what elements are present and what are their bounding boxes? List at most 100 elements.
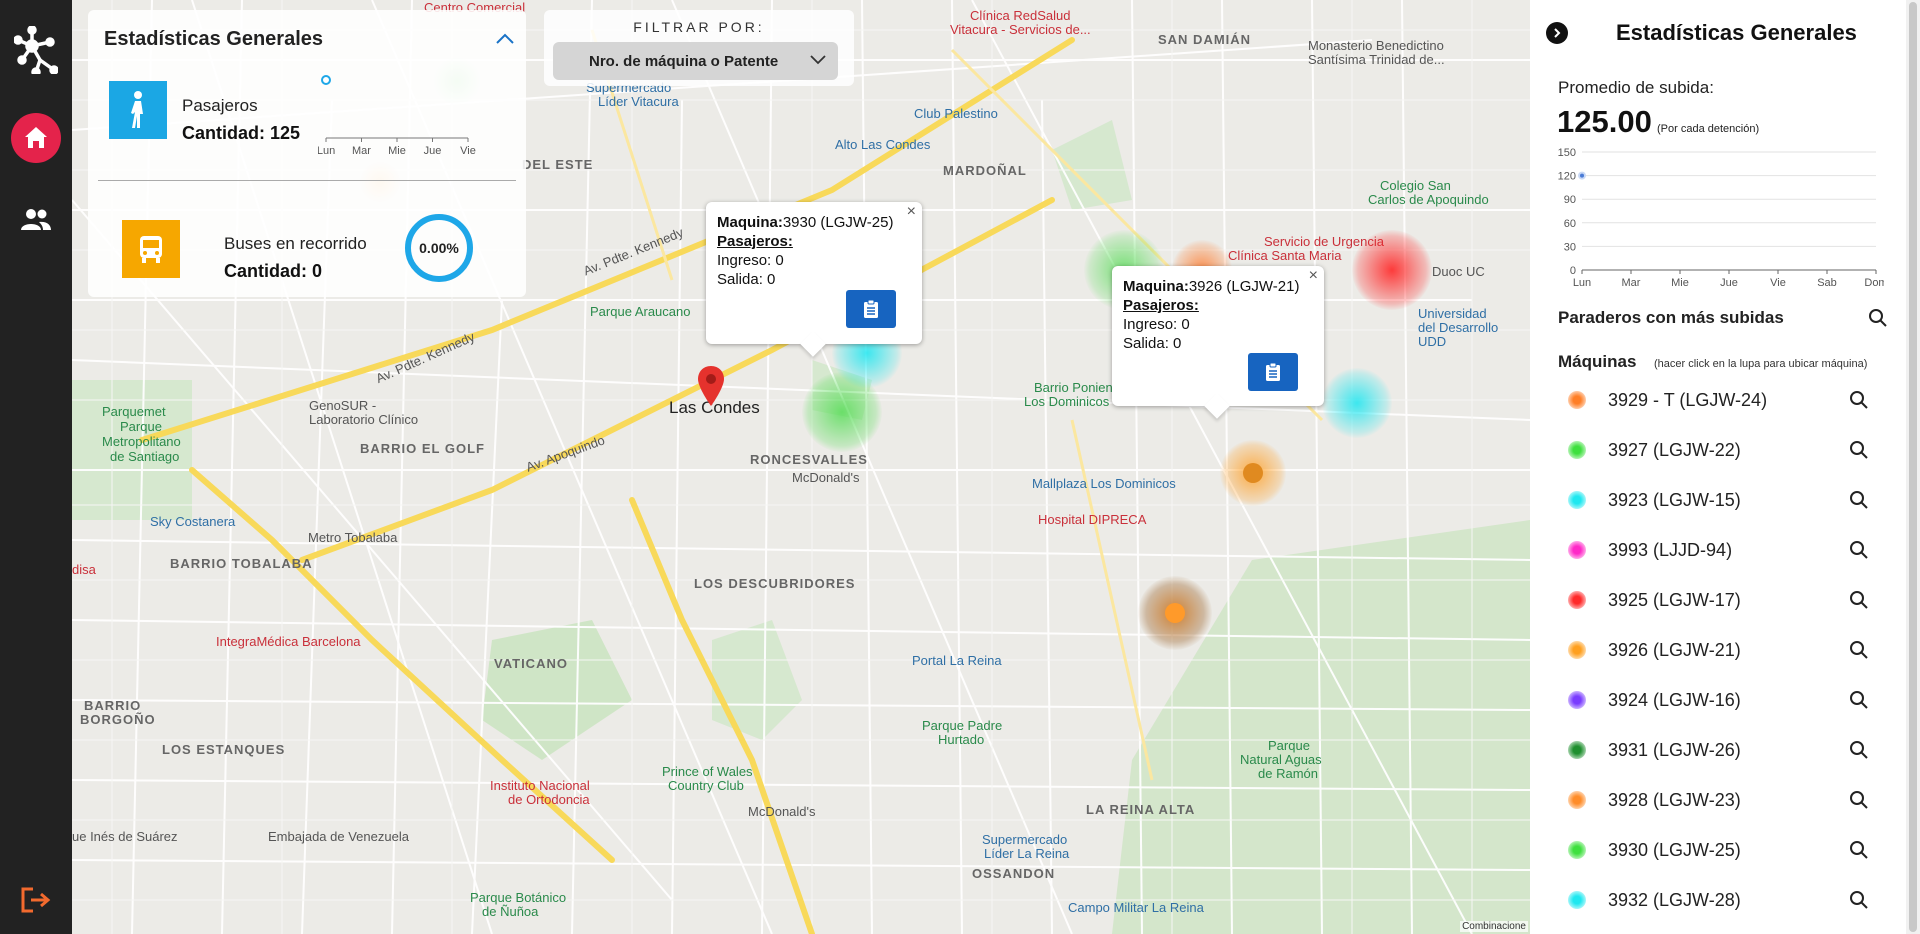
machine-name: 3925 (LGJW-17) [1608,590,1741,610]
map-label: LOS ESTANQUES [162,742,286,757]
search-icon[interactable] [1849,390,1869,410]
x-tick-label: Dom [1864,277,1884,289]
heat-spot[interactable] [1138,576,1212,650]
map-label: de Ramón [1258,766,1318,781]
buses-progress-ring: 0.00% [403,212,475,284]
search-icon[interactable] [1849,790,1869,810]
filter-selected-value: Nro. de máquina o Patente [589,52,779,70]
search-icon[interactable] [1849,490,1869,510]
popup-salida: Salida: 0 [717,271,776,288]
machine-name: 3993 (LJJD-94) [1608,540,1733,560]
map-label: MARDOÑAL [943,163,1027,178]
machine-color-dot [1568,441,1586,459]
search-icon[interactable] [1868,308,1888,328]
sidebar-nav [0,0,72,934]
search-icon[interactable] [1849,690,1869,710]
x-tick-label: Vie [460,145,476,157]
maquinas-note: (hacer click en la lupa para ubicar máqu… [1654,358,1868,370]
map-pin-icon[interactable] [698,366,724,406]
search-icon[interactable] [1849,840,1869,860]
chevron-up-icon[interactable] [496,32,514,44]
machine-row[interactable]: 3923 (LGJW-15) [1558,480,1878,520]
search-icon[interactable] [1849,740,1869,760]
machine-popup: × Maquina:3926 (LGJW-21) Pasajeros: Ingr… [1112,266,1324,419]
map-view[interactable]: Centro Comercial Clínica RedSalud Vitacu… [72,0,1530,934]
machine-name: 3929 - T (LGJW-24) [1608,390,1768,410]
machine-color-dot [1568,491,1586,509]
filter-select[interactable]: Nro. de máquina o Patente [553,42,838,80]
map-label: OSSANDON [972,866,1056,881]
users-icon[interactable] [21,208,51,232]
machine-row[interactable]: 3930 (LGJW-25) [1558,830,1878,870]
network-logo-icon[interactable] [14,26,58,74]
map-label: Duoc UC [1432,264,1485,279]
map-label: Carlos de Apoquindo [1368,192,1489,207]
search-icon[interactable] [1849,440,1869,460]
x-tick-label: Mar [1622,277,1641,289]
machine-color-dot [1568,641,1586,659]
scrollbar[interactable] [1906,0,1920,934]
machine-row[interactable]: 3926 (LGJW-21) [1558,630,1878,670]
machine-row[interactable]: 3925 (LGJW-17) [1558,580,1878,620]
buses-label: Buses en recorrido [224,234,367,253]
popup-maquina-value: 3930 (LGJW-25) [782,214,894,231]
map-label: Prince of Wales [662,764,753,779]
map-label: de Santiago [110,449,180,464]
map-label: Colegio San [1380,178,1451,193]
heat-spot[interactable] [1220,440,1286,506]
machine-name: 3928 (LGJW-23) [1608,790,1741,810]
map-label: Líder Vitacura [598,94,679,109]
search-icon[interactable] [1849,540,1869,560]
machine-row[interactable]: 3928 (LGJW-23) [1558,780,1878,820]
x-tick-label: Lun [1573,277,1591,289]
map-label: RONCESVALLES [750,452,868,467]
map-label: UDD [1418,334,1447,349]
heat-spot[interactable] [1322,368,1392,438]
machine-row[interactable]: 3932 (LGJW-28) [1558,880,1878,920]
chevron-down-icon [810,55,826,65]
heat-spot[interactable] [1352,230,1432,310]
close-icon[interactable]: × [907,203,916,221]
machine-name: 3923 (LGJW-15) [1608,490,1741,510]
machine-row[interactable]: 3931 (LGJW-26) [1558,730,1878,770]
scrollbar-thumb[interactable] [1909,2,1917,932]
search-icon[interactable] [1849,640,1869,660]
search-icon[interactable] [1849,890,1869,910]
bus-icon-box [122,220,180,278]
machine-color-dot [1568,591,1586,609]
map-label: Santísima Trinidad de... [1308,52,1445,67]
machine-row[interactable]: 3927 (LGJW-22) [1558,430,1878,470]
stats-overlay-card: Estadísticas Generales Pasajeros Cantida… [88,10,526,297]
x-tick-label: Sab [1817,277,1837,289]
map-label: Embajada de Venezuela [268,829,409,844]
x-tick-label: Mar [352,145,371,157]
buses-percent: 0.00% [419,240,459,256]
pasajeros-label: Pasajeros [182,96,258,115]
clipboard-icon [1266,362,1280,381]
map-label: de Ortodoncia [508,792,590,807]
chevron-right-icon [1554,28,1561,38]
back-button[interactable] [1546,22,1568,44]
search-icon[interactable] [1849,590,1869,610]
home-button[interactable] [11,113,61,163]
machine-row[interactable]: 3929 - T (LGJW-24) [1558,380,1878,420]
machine-row[interactable]: 3924 (LGJW-16) [1558,680,1878,720]
pedestrian-icon-box [109,81,167,139]
x-tick-label: Mie [1671,277,1689,289]
map-label: DEL ESTE [522,157,594,172]
popup-ingreso: Ingreso: 0 [717,252,784,269]
logout-icon[interactable] [21,887,51,913]
details-button[interactable] [1248,353,1298,391]
machine-row[interactable]: 3993 (LJJD-94) [1558,530,1878,570]
weekly-line-chart: 0 30 60 90 120 150 Lun Mar Mie Jue Vie Sab Dom [1558,147,1884,289]
details-button[interactable] [846,290,896,328]
map-label: Supermercado [982,832,1068,847]
map-label: Natural Aguas [1240,752,1322,767]
avg-label: Promedio de subida: [1558,78,1714,97]
map-label: de Ñuñoa [482,904,539,919]
filter-label: FILTRAR POR: [633,19,765,35]
map-attribution[interactable]: Combinacione [1460,921,1528,932]
map-label: BORGOÑO [80,712,156,727]
close-icon[interactable]: × [1309,267,1318,285]
y-tick-label: 0 [1570,265,1576,277]
